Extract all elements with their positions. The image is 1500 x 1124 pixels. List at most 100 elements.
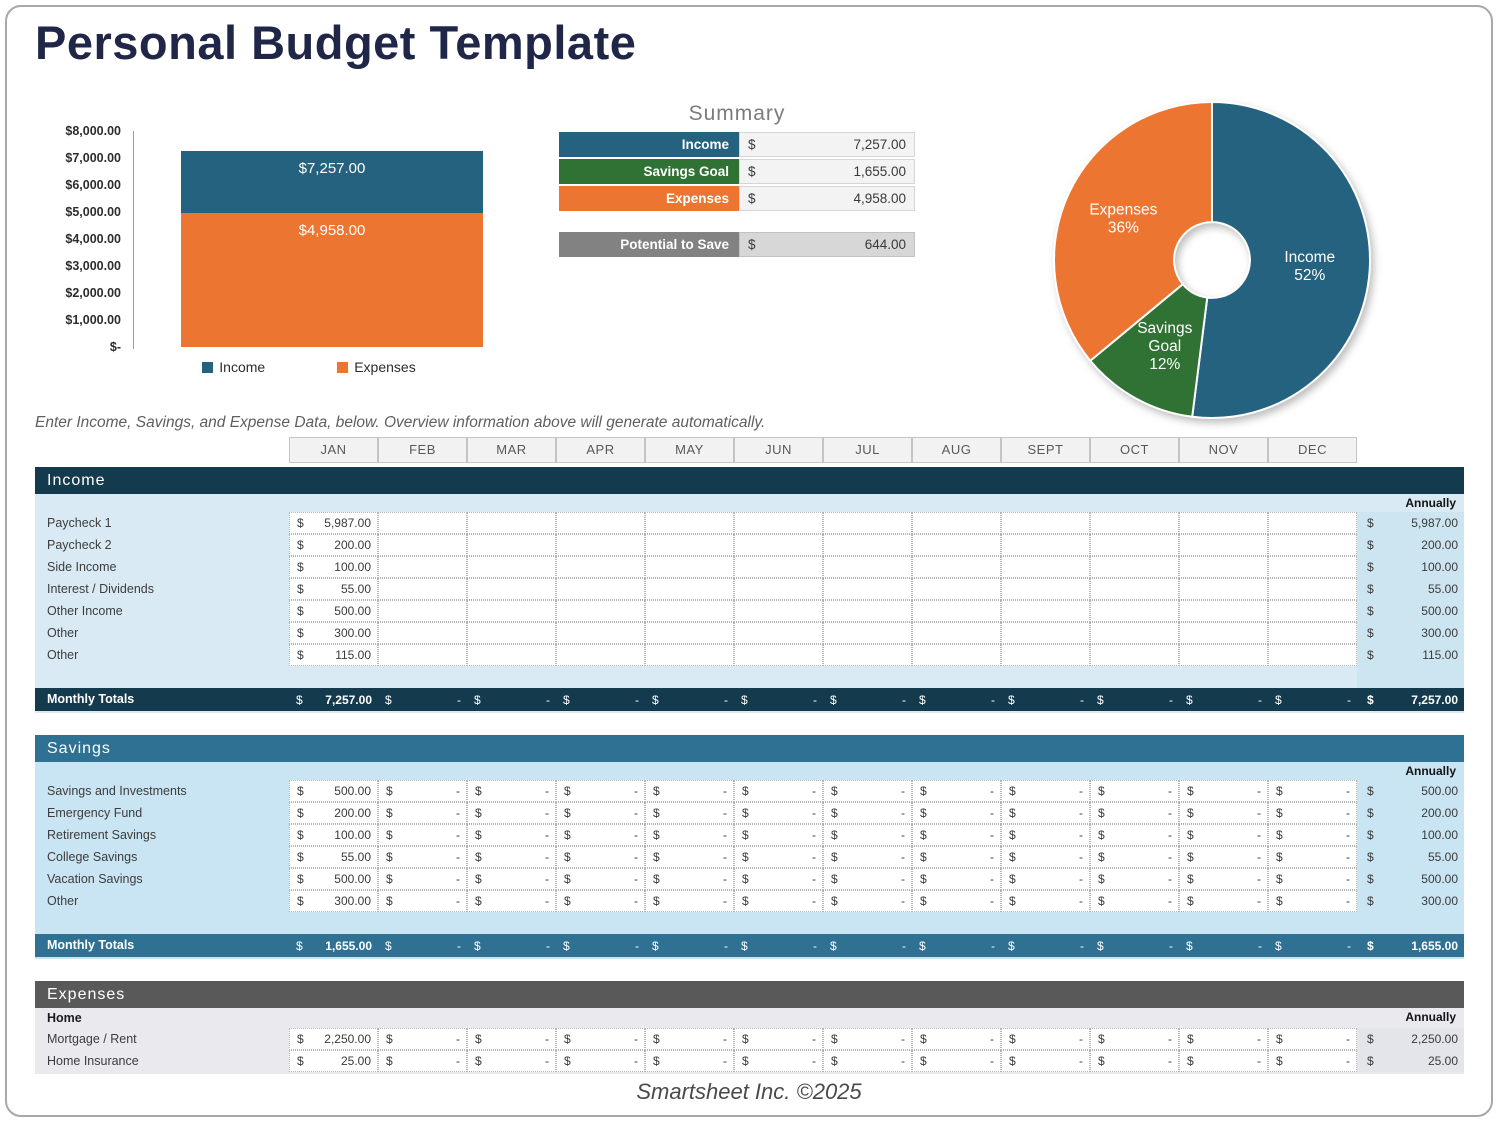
month-cell[interactable]: $500.00 xyxy=(289,780,378,802)
month-cell[interactable]: $- xyxy=(734,1028,823,1050)
month-cell[interactable]: $- xyxy=(378,890,467,912)
month-cell[interactable]: $- xyxy=(1179,890,1268,912)
month-cell[interactable] xyxy=(1001,512,1090,534)
month-cell[interactable]: $- xyxy=(1090,824,1179,846)
month-cell[interactable]: $- xyxy=(467,780,556,802)
month-cell[interactable]: $- xyxy=(556,780,645,802)
month-cell[interactable]: $- xyxy=(556,890,645,912)
month-cell[interactable]: $100.00 xyxy=(289,824,378,846)
month-cell[interactable] xyxy=(734,622,823,644)
row-label-cell[interactable]: Other Income xyxy=(35,600,289,622)
month-cell[interactable] xyxy=(1001,556,1090,578)
month-cell[interactable] xyxy=(1179,600,1268,622)
month-cell[interactable] xyxy=(467,578,556,600)
month-cell[interactable] xyxy=(1001,534,1090,556)
month-cell[interactable]: $- xyxy=(556,824,645,846)
month-cell[interactable]: $- xyxy=(823,802,912,824)
month-cell[interactable] xyxy=(556,600,645,622)
month-cell[interactable] xyxy=(645,644,734,666)
month-cell[interactable] xyxy=(556,644,645,666)
month-cell[interactable] xyxy=(734,578,823,600)
month-cell[interactable] xyxy=(378,534,467,556)
month-cell[interactable]: $- xyxy=(734,802,823,824)
row-label-cell[interactable]: Interest / Dividends xyxy=(35,578,289,600)
month-cell[interactable] xyxy=(467,512,556,534)
month-cell[interactable]: $- xyxy=(1179,1050,1268,1072)
month-cell[interactable] xyxy=(1179,644,1268,666)
month-cell[interactable]: $- xyxy=(912,824,1001,846)
month-cell[interactable] xyxy=(1268,622,1357,644)
month-cell[interactable]: $- xyxy=(912,780,1001,802)
month-cell[interactable] xyxy=(1179,622,1268,644)
month-cell[interactable]: $- xyxy=(1001,1050,1090,1072)
month-cell[interactable] xyxy=(823,600,912,622)
month-cell[interactable]: $- xyxy=(1001,846,1090,868)
row-label-cell[interactable]: Emergency Fund xyxy=(35,802,289,824)
month-cell[interactable] xyxy=(645,578,734,600)
month-cell[interactable]: $- xyxy=(467,824,556,846)
month-cell[interactable] xyxy=(556,534,645,556)
month-cell[interactable]: $- xyxy=(912,1050,1001,1072)
month-cell[interactable]: $300.00 xyxy=(289,622,378,644)
month-cell[interactable]: $25.00 xyxy=(289,1050,378,1072)
month-cell[interactable]: $- xyxy=(378,780,467,802)
month-cell[interactable]: $- xyxy=(912,802,1001,824)
month-cell[interactable] xyxy=(912,534,1001,556)
month-cell[interactable]: $200.00 xyxy=(289,802,378,824)
month-cell[interactable]: $- xyxy=(645,1028,734,1050)
month-cell[interactable]: $- xyxy=(467,890,556,912)
month-cell[interactable] xyxy=(912,600,1001,622)
month-cell[interactable] xyxy=(467,556,556,578)
month-cell[interactable] xyxy=(1090,644,1179,666)
month-cell[interactable] xyxy=(1001,578,1090,600)
month-cell[interactable] xyxy=(1090,534,1179,556)
month-cell[interactable]: $- xyxy=(823,1050,912,1072)
month-cell[interactable] xyxy=(645,600,734,622)
month-cell[interactable] xyxy=(378,644,467,666)
month-cell[interactable]: $- xyxy=(1001,802,1090,824)
month-cell[interactable] xyxy=(734,644,823,666)
month-cell[interactable]: $- xyxy=(1179,780,1268,802)
month-cell[interactable] xyxy=(556,578,645,600)
month-cell[interactable]: $- xyxy=(1268,846,1357,868)
row-label-cell[interactable]: Side Income xyxy=(35,556,289,578)
month-cell[interactable] xyxy=(1090,578,1179,600)
month-cell[interactable]: $- xyxy=(1179,868,1268,890)
row-label-cell[interactable]: Mortgage / Rent xyxy=(35,1028,289,1050)
month-cell[interactable]: $- xyxy=(823,890,912,912)
month-cell[interactable] xyxy=(912,556,1001,578)
month-cell[interactable] xyxy=(1268,512,1357,534)
month-cell[interactable]: $5,987.00 xyxy=(289,512,378,534)
month-cell[interactable]: $- xyxy=(1179,824,1268,846)
month-cell[interactable] xyxy=(1001,644,1090,666)
month-cell[interactable] xyxy=(467,600,556,622)
month-cell[interactable] xyxy=(1179,556,1268,578)
month-cell[interactable] xyxy=(556,556,645,578)
month-cell[interactable] xyxy=(823,622,912,644)
month-cell[interactable] xyxy=(1090,600,1179,622)
month-cell[interactable]: $- xyxy=(645,802,734,824)
month-cell[interactable]: $- xyxy=(467,846,556,868)
month-cell[interactable]: $300.00 xyxy=(289,890,378,912)
month-cell[interactable]: $- xyxy=(556,802,645,824)
month-cell[interactable]: $- xyxy=(378,1028,467,1050)
month-cell[interactable]: $- xyxy=(467,802,556,824)
month-cell[interactable] xyxy=(645,556,734,578)
month-cell[interactable] xyxy=(378,578,467,600)
month-cell[interactable]: $- xyxy=(1090,868,1179,890)
row-label-cell[interactable]: Paycheck 1 xyxy=(35,512,289,534)
month-cell[interactable] xyxy=(467,622,556,644)
month-cell[interactable] xyxy=(734,512,823,534)
month-cell[interactable]: $- xyxy=(645,1050,734,1072)
month-cell[interactable]: $- xyxy=(734,780,823,802)
row-label-cell[interactable]: Retirement Savings xyxy=(35,824,289,846)
month-cell[interactable]: $- xyxy=(556,846,645,868)
month-cell[interactable]: $- xyxy=(1268,824,1357,846)
month-cell[interactable]: $- xyxy=(1179,846,1268,868)
month-cell[interactable]: $115.00 xyxy=(289,644,378,666)
row-label-cell[interactable]: Other xyxy=(35,644,289,666)
month-cell[interactable]: $- xyxy=(912,846,1001,868)
month-cell[interactable]: $- xyxy=(467,1028,556,1050)
month-cell[interactable] xyxy=(1179,512,1268,534)
month-cell[interactable]: $- xyxy=(378,802,467,824)
